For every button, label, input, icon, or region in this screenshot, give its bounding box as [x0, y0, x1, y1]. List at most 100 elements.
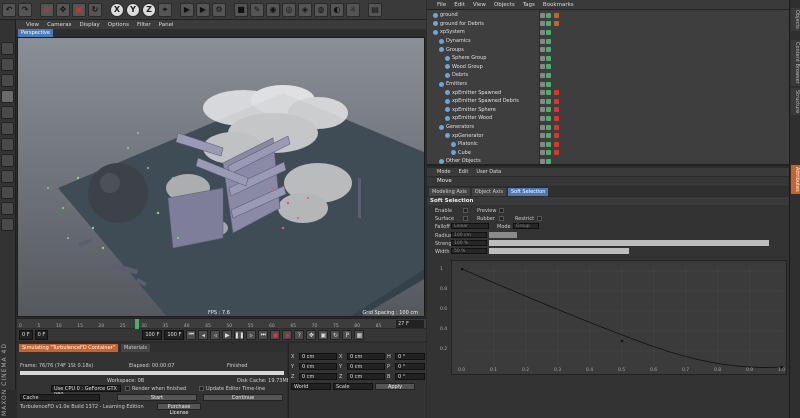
viewport-menu-cameras[interactable]: Cameras: [47, 22, 71, 28]
am-menu-edit[interactable]: Edit: [459, 169, 469, 175]
rotation-h-field[interactable]: 0 °: [395, 353, 425, 360]
visibility-toggle-icon[interactable]: [540, 64, 545, 70]
axis-mode-icon[interactable]: [1, 138, 14, 151]
position-key-icon[interactable]: ✥: [306, 330, 317, 340]
viewport-menu-view[interactable]: View: [26, 22, 39, 28]
object-row[interactable]: xpEmitter Spawned Debris: [427, 97, 789, 106]
size-y-field[interactable]: 0 cm: [347, 363, 385, 370]
perspective-tab[interactable]: Perspective: [18, 29, 53, 37]
visibility-toggle-icon[interactable]: [540, 21, 545, 27]
visibility-toggle-icon[interactable]: [540, 38, 545, 44]
tab-modeling-axis[interactable]: Modeling Axis: [429, 187, 470, 196]
object-row[interactable]: Debris: [427, 71, 789, 80]
enabled-check-icon[interactable]: [546, 21, 551, 27]
visibility-toggle-icon[interactable]: [540, 47, 545, 53]
om-menu-file[interactable]: File: [437, 2, 446, 8]
snap-icon[interactable]: [1, 170, 14, 183]
edges-mode-icon[interactable]: [1, 106, 14, 119]
rotation-key-icon[interactable]: ↻: [330, 330, 341, 340]
pla-key-icon[interactable]: ▦: [354, 330, 365, 340]
visibility-toggle-icon[interactable]: [540, 107, 545, 113]
enable-checkbox[interactable]: [463, 208, 468, 213]
scene-icon[interactable]: ◍: [314, 2, 328, 17]
object-tag-icon[interactable]: [554, 21, 559, 27]
param-key-icon[interactable]: P: [342, 330, 353, 340]
enabled-check-icon[interactable]: [546, 12, 551, 18]
object-row[interactable]: xpEmitter Wood: [427, 114, 789, 123]
object-row[interactable]: Wood Group: [427, 63, 789, 72]
go-to-start-icon[interactable]: ⏮: [186, 330, 197, 340]
enabled-check-icon[interactable]: [546, 38, 551, 44]
curve-point[interactable]: [460, 267, 464, 271]
object-tag-icon[interactable]: [554, 90, 559, 96]
prev-key-icon[interactable]: ◂: [198, 330, 209, 340]
falloff-select[interactable]: Linear: [451, 223, 489, 229]
position-z-field[interactable]: 0 cm: [299, 373, 337, 380]
om-menu-edit[interactable]: Edit: [454, 2, 465, 8]
timeline[interactable]: 0 5 10 15 20 25 30 35 40 45 50 55 60 65 …: [17, 318, 426, 329]
object-tag-icon[interactable]: [554, 107, 559, 113]
enabled-check-icon[interactable]: [546, 158, 551, 164]
am-menu-user-data[interactable]: User Data: [476, 169, 501, 175]
object-row[interactable]: xpSystem: [427, 28, 789, 37]
om-menu-view[interactable]: View: [473, 2, 486, 8]
redo-icon[interactable]: ↷: [18, 2, 32, 17]
scale-tool-icon[interactable]: ▣: [72, 2, 86, 17]
simulation-tab[interactable]: Simulating "TurbulenceFD Container": [19, 343, 119, 352]
pause-icon[interactable]: ❚❚: [234, 330, 244, 340]
tab-structure[interactable]: Structure: [791, 88, 800, 116]
enabled-check-icon[interactable]: [546, 29, 551, 35]
tab-objects[interactable]: Objects: [791, 8, 800, 31]
radius-slider[interactable]: [489, 232, 517, 238]
object-tag-icon[interactable]: [554, 124, 559, 130]
continue-button[interactable]: Continue: [203, 394, 283, 401]
render-settings-icon[interactable]: ⚙: [212, 2, 226, 17]
visibility-toggle-icon[interactable]: [540, 81, 545, 87]
model-mode-icon[interactable]: [1, 42, 14, 55]
object-tag-icon[interactable]: [554, 133, 559, 139]
pen-spline-icon[interactable]: ✎: [250, 2, 264, 17]
enabled-check-icon[interactable]: [546, 81, 551, 87]
rotate-tool-icon[interactable]: ↻: [88, 2, 102, 17]
enabled-check-icon[interactable]: [546, 64, 551, 70]
visibility-toggle-icon[interactable]: [540, 115, 545, 121]
coordinate-system-icon[interactable]: ⌖: [158, 2, 172, 17]
cube-primitive-icon[interactable]: ■: [234, 2, 248, 17]
strength-slider[interactable]: [489, 240, 769, 246]
min-frame-field[interactable]: 0 F: [34, 330, 49, 340]
scale-mode-select[interactable]: Scale: [333, 383, 373, 390]
object-row[interactable]: Groups: [427, 45, 789, 54]
end-frame-field[interactable]: 100 F: [142, 330, 163, 340]
gpu-select[interactable]: Use CPU 0 : GeForce GTX 980: [51, 385, 121, 398]
surface-checkbox[interactable]: [463, 216, 468, 221]
enabled-check-icon[interactable]: [546, 72, 551, 78]
materials-tab[interactable]: Materials: [121, 343, 150, 352]
lock-icon[interactable]: [1, 202, 14, 215]
object-row[interactable]: xpEmitter Spawned: [427, 88, 789, 97]
nurbs-icon[interactable]: ◉: [266, 2, 280, 17]
object-row[interactable]: Cube: [427, 149, 789, 158]
om-menu-bookmarks[interactable]: Bookmarks: [543, 2, 574, 8]
visibility-toggle-icon[interactable]: [540, 12, 545, 18]
texture-mode-icon[interactable]: [1, 58, 14, 71]
start-frame-field[interactable]: 0 F: [19, 330, 33, 340]
restrict-checkbox[interactable]: [537, 216, 542, 221]
size-x-field[interactable]: 0 cm: [347, 353, 385, 360]
cache-dropdown[interactable]: Cache: [20, 394, 100, 401]
purchase-license-button[interactable]: Purchase License: [157, 403, 201, 416]
workplane-icon[interactable]: [1, 74, 14, 87]
curve-point[interactable]: [620, 339, 624, 343]
radius-field[interactable]: 100 cm: [451, 232, 487, 238]
enabled-check-icon[interactable]: [546, 115, 551, 121]
keyframe-selection-icon[interactable]: ?: [294, 330, 305, 340]
object-row[interactable]: Generators: [427, 123, 789, 132]
position-y-field[interactable]: 0 cm: [299, 363, 337, 370]
object-row[interactable]: Other Objects: [427, 157, 789, 164]
apply-button[interactable]: Apply: [375, 383, 415, 390]
deformer-icon[interactable]: ◈: [298, 2, 312, 17]
prev-frame-icon[interactable]: ◃: [210, 330, 221, 340]
live-selection-icon[interactable]: ⊘: [40, 2, 54, 17]
z-axis-button[interactable]: Z: [142, 2, 156, 17]
tab-object-axis[interactable]: Object Axis: [471, 187, 506, 196]
rotation-b-field[interactable]: 0 °: [395, 373, 425, 380]
